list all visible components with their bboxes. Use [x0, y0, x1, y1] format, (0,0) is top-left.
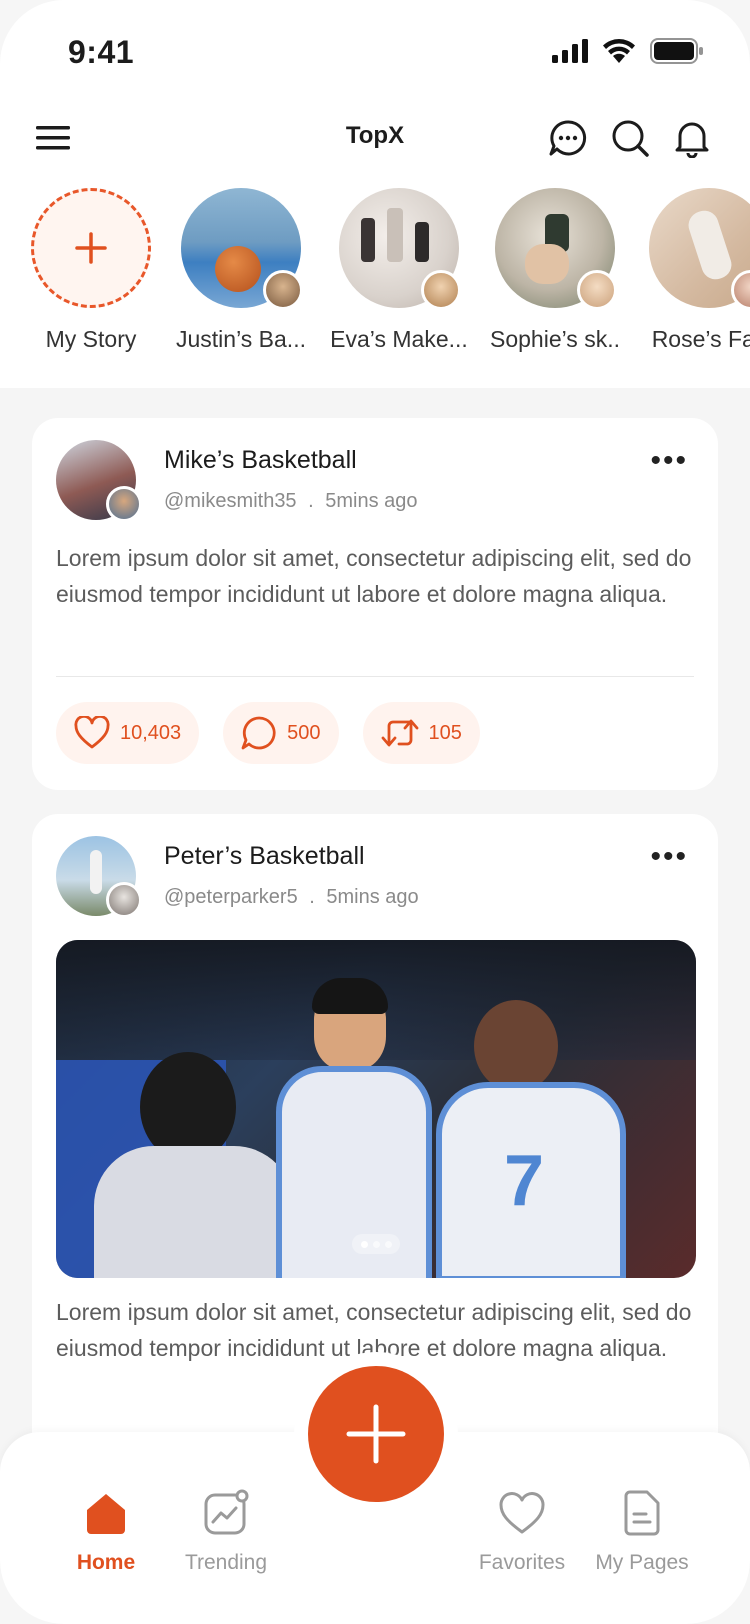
nav-my-pages[interactable]: My Pages — [582, 1488, 702, 1575]
nav-favorites[interactable]: Favorites — [462, 1488, 582, 1575]
poster-name[interactable]: Peter’s Basketball — [164, 842, 365, 871]
header-actions — [548, 118, 712, 159]
poster-avatar[interactable] — [56, 836, 142, 918]
story-label: Sophie’s sk.. — [490, 326, 620, 352]
poster-mini-avatar — [106, 486, 142, 522]
story-rose[interactable]: Rose’s Fas — [634, 188, 750, 353]
nav-favorites-label: Favorites — [478, 1551, 566, 1574]
post-time: 5mins ago — [326, 886, 419, 908]
comment-count: 500 — [287, 721, 321, 744]
poster-handle[interactable]: @mikesmith35 — [164, 490, 297, 512]
stories-row: My Story Justin’s Ba... Eva’s Make... So… — [0, 180, 750, 388]
trending-icon — [204, 1489, 249, 1535]
search-icon[interactable] — [610, 118, 650, 158]
meta-separator: . — [308, 490, 314, 512]
comment-icon — [241, 716, 276, 750]
story-avatar — [421, 270, 461, 310]
status-icons — [552, 38, 704, 64]
more-options-icon[interactable]: ••• — [650, 444, 688, 478]
poster-meta: @peterparker5 . 5mins ago — [164, 886, 419, 909]
story-my-story[interactable]: My Story — [16, 188, 166, 353]
nav-trending[interactable]: Trending — [166, 1488, 286, 1575]
signal-icon — [552, 39, 588, 63]
more-options-icon[interactable]: ••• — [650, 840, 688, 874]
poster-mini-avatar — [106, 882, 142, 918]
poster-name[interactable]: Mike’s Basketball — [164, 446, 357, 475]
story-avatar — [263, 270, 303, 310]
story-thumbnail — [339, 188, 461, 310]
like-button[interactable]: 10,403 — [56, 702, 200, 764]
status-bar: 9:41 — [0, 0, 750, 100]
story-eva[interactable]: Eva’s Make... — [324, 188, 474, 353]
story-sophie[interactable]: Sophie’s sk.. — [480, 188, 630, 353]
story-label: My Story — [45, 326, 137, 352]
poster-meta: @mikesmith35 . 5mins ago — [164, 490, 418, 513]
post-actions: 10,403 500 105 — [56, 702, 480, 764]
repost-icon — [381, 719, 418, 747]
nav-home-label: Home — [76, 1551, 136, 1574]
like-count: 10,403 — [120, 721, 182, 744]
story-justin[interactable]: Justin’s Ba... — [166, 188, 316, 353]
poster-handle[interactable]: @peterparker5 — [164, 886, 298, 908]
story-avatar — [731, 270, 750, 310]
heart-icon — [74, 716, 110, 749]
story-label: Eva’s Make... — [330, 326, 468, 352]
basketball-graphic — [215, 246, 261, 292]
battery-icon — [650, 38, 703, 64]
comment-button[interactable]: 500 — [223, 702, 339, 764]
status-time: 9:41 — [68, 34, 135, 70]
home-icon — [87, 1494, 125, 1534]
create-post-button[interactable] — [308, 1366, 444, 1502]
document-icon — [624, 1490, 660, 1536]
story-label: Rose’s Fas — [651, 326, 750, 352]
story-thumbnail — [181, 188, 303, 310]
repost-button[interactable]: 105 — [362, 702, 480, 764]
image-pagination-dots[interactable] — [352, 1234, 400, 1254]
repost-count: 105 — [428, 721, 462, 744]
nav-home[interactable]: Home — [46, 1488, 166, 1575]
phone-screen: 9:41 TopX My Story Justin’s Ba... Eva’s … — [0, 0, 750, 1624]
post-time: 5mins ago — [325, 490, 418, 512]
nav-trending-label: Trending — [184, 1551, 268, 1574]
story-thumbnail — [649, 188, 750, 310]
story-avatar — [577, 270, 617, 310]
post-card: Mike’s Basketball @mikesmith35 . 5mins a… — [32, 418, 718, 790]
plus-icon — [75, 232, 107, 264]
post-image[interactable]: 7 — [56, 940, 696, 1278]
nav-my-pages-label: My Pages — [595, 1551, 689, 1574]
meta-separator: . — [309, 886, 315, 908]
plus-icon — [346, 1404, 406, 1464]
story-label: Justin’s Ba... — [176, 326, 306, 352]
wifi-icon — [603, 39, 635, 63]
add-story-button[interactable] — [31, 188, 151, 308]
heart-icon — [499, 1492, 545, 1534]
poster-avatar[interactable] — [56, 440, 142, 522]
divider — [56, 676, 694, 677]
bell-icon[interactable] — [672, 118, 712, 159]
app-header: TopX — [0, 100, 750, 180]
post-text: Lorem ipsum dolor sit amet, consectetur … — [56, 1299, 692, 1361]
chat-icon[interactable] — [548, 118, 588, 158]
story-thumbnail — [495, 188, 617, 310]
post-text: Lorem ipsum dolor sit amet, consectetur … — [56, 545, 692, 607]
